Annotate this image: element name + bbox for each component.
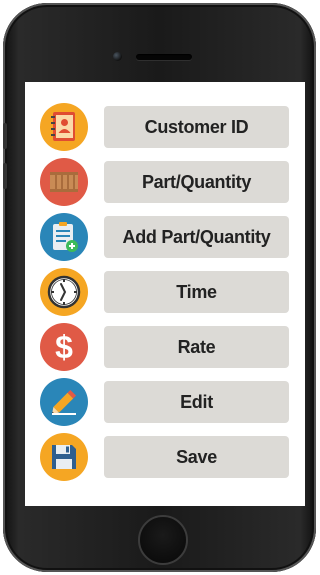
- phone-frame: Customer ID Part/Quantity Add Part/Quant…: [3, 3, 316, 572]
- svg-text:$: $: [55, 329, 73, 365]
- menu-item-label: Edit: [104, 381, 289, 423]
- menu-item-part-quantity[interactable]: Part/Quantity: [25, 158, 305, 206]
- menu-item-save[interactable]: Save: [25, 433, 305, 481]
- contact-book-icon: [40, 103, 88, 151]
- menu-item-label: Part/Quantity: [104, 161, 289, 203]
- volume-up-button: [3, 123, 7, 149]
- menu-item-label: Save: [104, 436, 289, 478]
- clock-icon: [40, 268, 88, 316]
- menu-item-label: Customer ID: [104, 106, 289, 148]
- volume-down-button: [3, 163, 7, 189]
- dollar-icon: $: [40, 323, 88, 371]
- floppy-disk-icon: [40, 433, 88, 481]
- home-button[interactable]: [138, 515, 188, 565]
- menu-item-add-part-quantity[interactable]: Add Part/Quantity: [25, 213, 305, 261]
- crate-icon: [40, 158, 88, 206]
- menu-item-label: Add Part/Quantity: [104, 216, 289, 258]
- pencil-icon: [40, 378, 88, 426]
- app-screen: Customer ID Part/Quantity Add Part/Quant…: [25, 82, 305, 506]
- clipboard-add-icon: [40, 213, 88, 261]
- menu-item-time[interactable]: Time: [25, 268, 305, 316]
- menu-item-customer-id[interactable]: Customer ID: [25, 103, 305, 151]
- earpiece-speaker: [136, 54, 192, 60]
- menu-item-label: Rate: [104, 326, 289, 368]
- front-camera: [113, 52, 122, 61]
- menu-item-rate[interactable]: $ Rate: [25, 323, 305, 371]
- menu-item-label: Time: [104, 271, 289, 313]
- menu-item-edit[interactable]: Edit: [25, 378, 305, 426]
